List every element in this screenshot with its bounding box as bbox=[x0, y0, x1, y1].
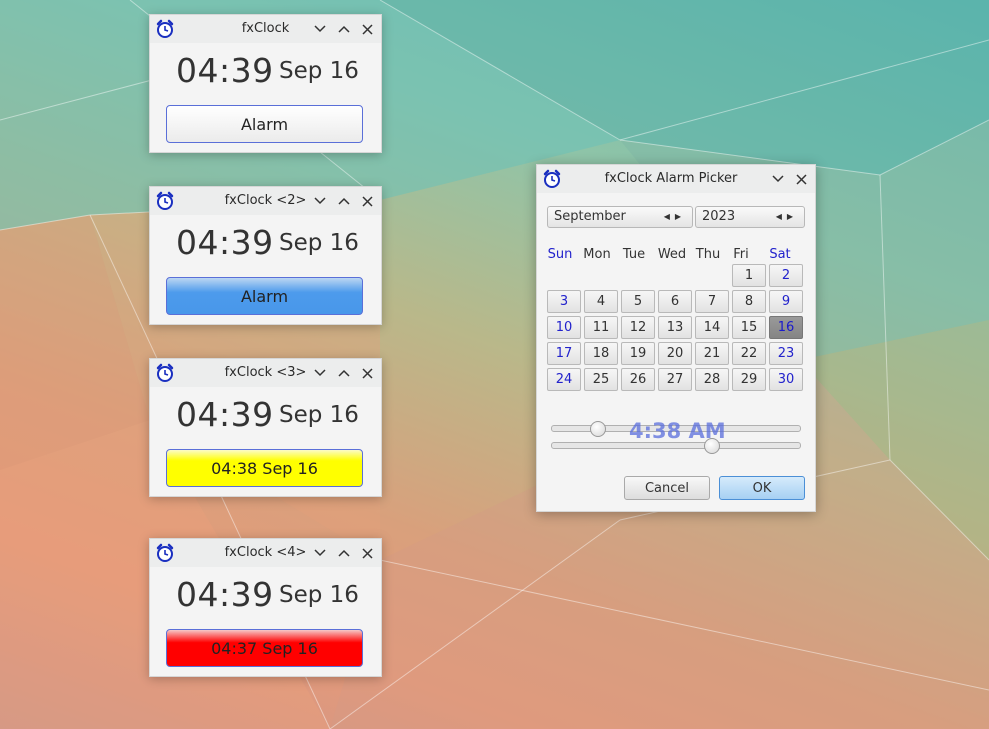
window-titlebar[interactable]: fxClock <4> bbox=[150, 539, 381, 567]
calendar-day-2[interactable]: 2 bbox=[769, 264, 803, 287]
month-value: September bbox=[554, 209, 626, 224]
clock-time: 04:39 bbox=[176, 395, 274, 434]
calendar-day-10[interactable]: 10 bbox=[547, 316, 581, 339]
clock-date: Sep 16 bbox=[279, 582, 359, 608]
dialog-titlebar[interactable]: fxClock Alarm Picker bbox=[537, 165, 815, 193]
cancel-button[interactable]: Cancel bbox=[624, 476, 710, 500]
minimize-chevron-down-icon[interactable] bbox=[312, 192, 327, 210]
calendar-day-27[interactable]: 27 bbox=[658, 368, 692, 391]
weekday-header-thu: Thu bbox=[695, 247, 721, 262]
spinner-arrows-icon[interactable]: ◀▶ bbox=[776, 207, 798, 227]
window-titlebar[interactable]: fxClock <3> bbox=[150, 359, 381, 387]
close-icon[interactable] bbox=[360, 20, 375, 38]
weekday-header-mon: Mon bbox=[583, 247, 611, 262]
calendar-day-12[interactable]: 12 bbox=[621, 316, 655, 339]
calendar-day-18[interactable]: 18 bbox=[584, 342, 618, 365]
calendar-day-23[interactable]: 23 bbox=[769, 342, 803, 365]
clock-date: Sep 16 bbox=[279, 402, 359, 428]
clock-time: 04:39 bbox=[176, 575, 274, 614]
calendar-day-30[interactable]: 30 bbox=[769, 368, 803, 391]
alarm-time-label: 4:38 AM bbox=[629, 419, 726, 443]
calendar-day-26[interactable]: 26 bbox=[621, 368, 655, 391]
calendar-day-20[interactable]: 20 bbox=[658, 342, 692, 365]
weekday-header-wed: Wed bbox=[657, 247, 687, 262]
alarm-button[interactable]: 04:38 Sep 16 bbox=[166, 449, 363, 487]
clock-time: 04:39 bbox=[176, 51, 274, 90]
hour-slider-knob[interactable] bbox=[590, 421, 606, 437]
maximize-chevron-up-icon[interactable] bbox=[336, 364, 351, 382]
close-icon[interactable] bbox=[360, 364, 375, 382]
close-icon[interactable] bbox=[794, 170, 809, 188]
year-value: 2023 bbox=[702, 209, 736, 224]
calendar-day-8[interactable]: 8 bbox=[732, 290, 766, 313]
calendar-day-3[interactable]: 3 bbox=[547, 290, 581, 313]
calendar-day-13[interactable]: 13 bbox=[658, 316, 692, 339]
calendar-day-19[interactable]: 19 bbox=[621, 342, 655, 365]
alarm-button[interactable]: 04:37 Sep 16 bbox=[166, 629, 363, 667]
calendar-day-24[interactable]: 24 bbox=[547, 368, 581, 391]
clock-date: Sep 16 bbox=[279, 230, 359, 256]
alarm-picker-dialog: fxClock Alarm Picker September ◀▶ 2023 ◀… bbox=[536, 164, 816, 512]
calendar-day-11[interactable]: 11 bbox=[584, 316, 618, 339]
calendar-day-1[interactable]: 1 bbox=[732, 264, 766, 287]
calendar-day-29[interactable]: 29 bbox=[732, 368, 766, 391]
calendar-day-16[interactable]: 16 bbox=[769, 316, 803, 339]
alarm-button[interactable]: Alarm bbox=[166, 277, 363, 315]
clock-window-2: fxClock <2> 04:39 Sep 16 Alarm bbox=[149, 186, 382, 325]
calendar-day-21[interactable]: 21 bbox=[695, 342, 729, 365]
calendar-day-7[interactable]: 7 bbox=[695, 290, 729, 313]
year-spinner[interactable]: 2023 ◀▶ bbox=[695, 206, 805, 228]
calendar-day-14[interactable]: 14 bbox=[695, 316, 729, 339]
calendar-day-15[interactable]: 15 bbox=[732, 316, 766, 339]
window-titlebar[interactable]: fxClock <2> bbox=[150, 187, 381, 215]
clock-window-3: fxClock <3> 04:39 Sep 16 04:38 Sep 16 bbox=[149, 358, 382, 497]
dialog-title: fxClock Alarm Picker bbox=[604, 171, 738, 186]
window-titlebar[interactable]: fxClock bbox=[150, 15, 381, 43]
calendar-day-17[interactable]: 17 bbox=[547, 342, 581, 365]
minimize-chevron-down-icon[interactable] bbox=[312, 544, 327, 562]
alarm-button[interactable]: Alarm bbox=[166, 105, 363, 143]
clock-window-4: fxClock <4> 04:39 Sep 16 04:37 Sep 16 bbox=[149, 538, 382, 677]
clock-date: Sep 16 bbox=[279, 58, 359, 84]
spinner-arrows-icon[interactable]: ◀▶ bbox=[664, 207, 686, 227]
clock-time: 04:39 bbox=[176, 223, 274, 262]
calendar-day-4[interactable]: 4 bbox=[584, 290, 618, 313]
minimize-chevron-down-icon[interactable] bbox=[312, 20, 327, 38]
weekday-header-sun: Sun bbox=[547, 247, 573, 262]
calendar-day-22[interactable]: 22 bbox=[732, 342, 766, 365]
maximize-chevron-up-icon[interactable] bbox=[336, 192, 351, 210]
ok-button[interactable]: OK bbox=[719, 476, 805, 500]
weekday-header-fri: Fri bbox=[733, 247, 749, 262]
calendar-day-9[interactable]: 9 bbox=[769, 290, 803, 313]
calendar-day-28[interactable]: 28 bbox=[695, 368, 729, 391]
weekday-header-tue: Tue bbox=[622, 247, 646, 262]
month-spinner[interactable]: September ◀▶ bbox=[547, 206, 693, 228]
minimize-chevron-down-icon[interactable] bbox=[770, 170, 785, 188]
calendar-day-6[interactable]: 6 bbox=[658, 290, 692, 313]
calendar-day-5[interactable]: 5 bbox=[621, 290, 655, 313]
clock-window-1: fxClock 04:39 Sep 16 Alarm bbox=[149, 14, 382, 153]
weekday-header-sat: Sat bbox=[769, 247, 791, 262]
calendar-day-25[interactable]: 25 bbox=[584, 368, 618, 391]
close-icon[interactable] bbox=[360, 544, 375, 562]
maximize-chevron-up-icon[interactable] bbox=[336, 544, 351, 562]
maximize-chevron-up-icon[interactable] bbox=[336, 20, 351, 38]
alarm-clock-icon bbox=[543, 169, 561, 188]
close-icon[interactable] bbox=[360, 192, 375, 210]
minute-slider-track[interactable] bbox=[551, 442, 801, 449]
minimize-chevron-down-icon[interactable] bbox=[312, 364, 327, 382]
